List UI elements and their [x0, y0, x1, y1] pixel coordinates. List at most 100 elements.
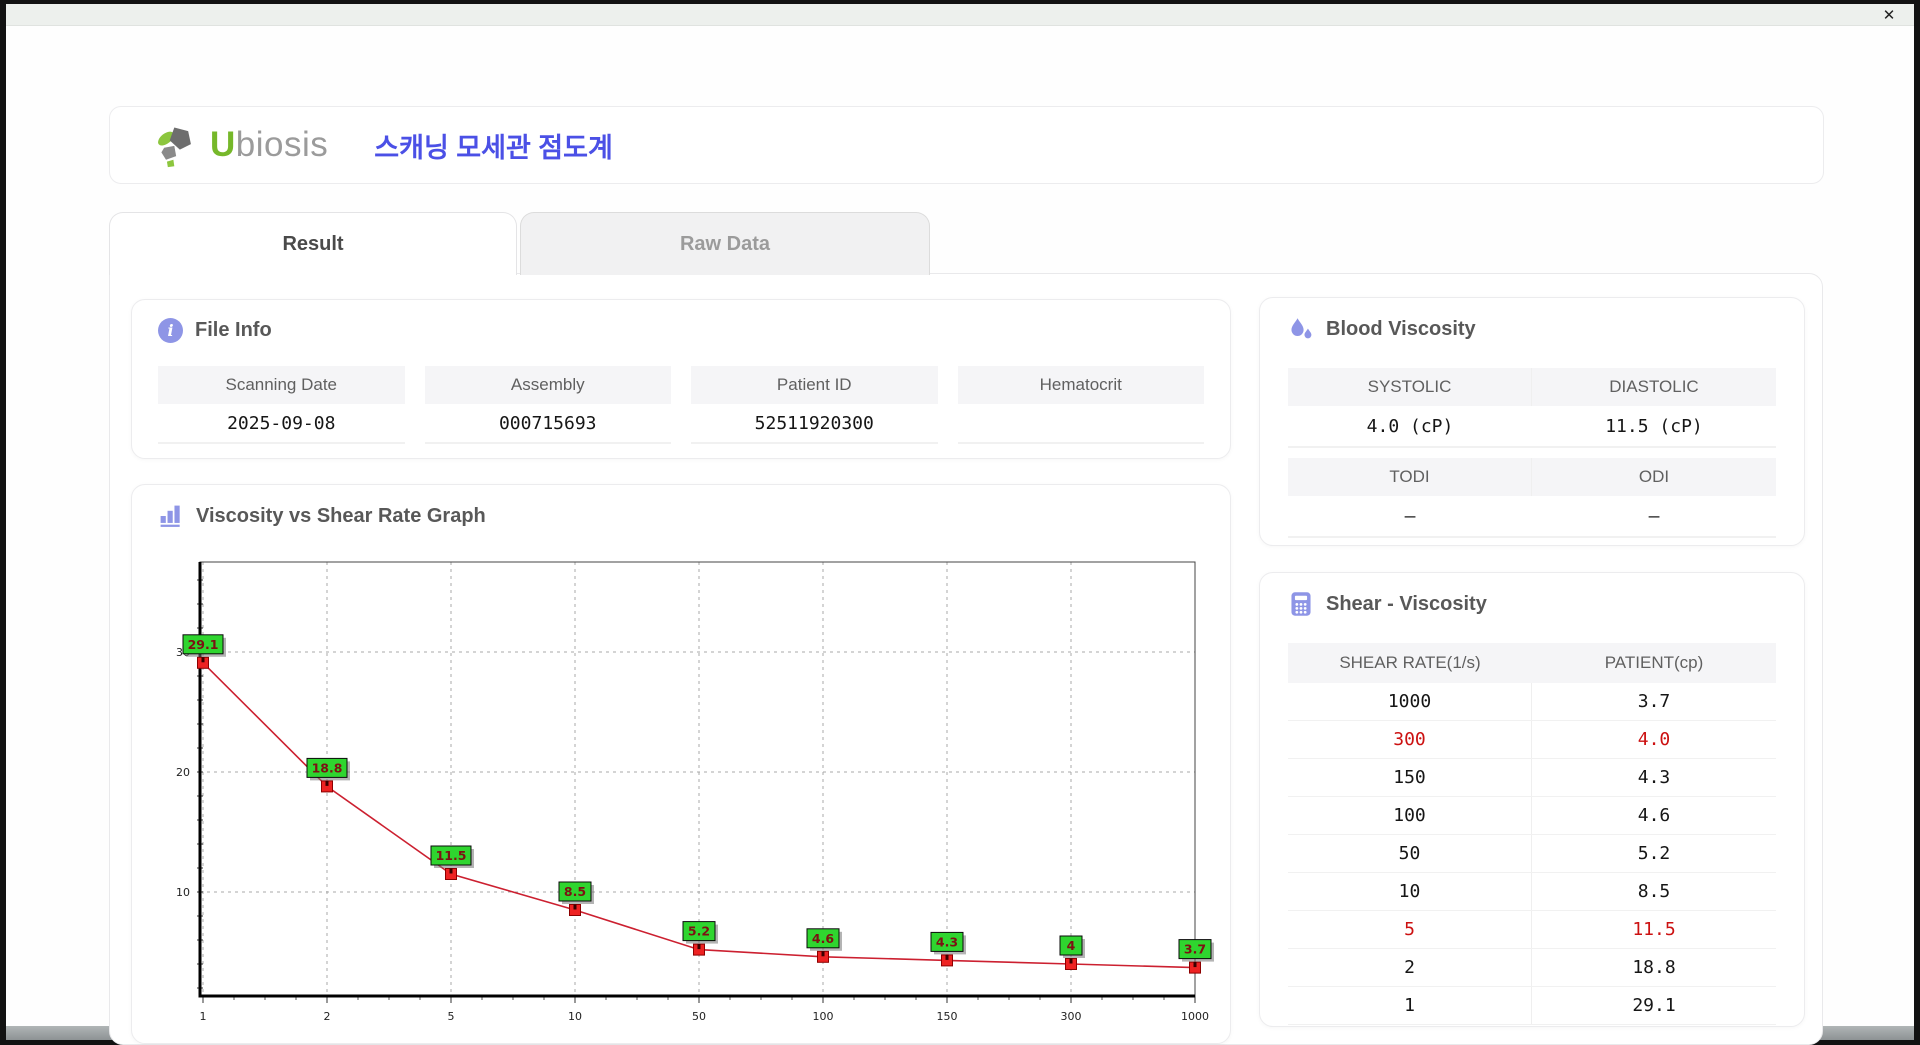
shear-rate-cell: 50: [1288, 835, 1532, 872]
file-info-field: Assembly 000715693: [424, 366, 671, 444]
svg-text:8.5: 8.5: [564, 884, 586, 899]
patient-viscosity-cell: 5.2: [1637, 843, 1671, 864]
svg-text:20: 20: [176, 766, 190, 779]
svg-text:11.5: 11.5: [436, 848, 467, 863]
svg-text:2: 2: [324, 1010, 331, 1023]
svg-text:1: 1: [200, 1010, 207, 1023]
file-info-field-value: 2025-09-08: [158, 404, 405, 444]
svg-text:4.6: 4.6: [812, 931, 834, 946]
table-row: 1000 3.7: [1288, 683, 1776, 721]
blood-viscosity-label: ODI: [1532, 458, 1776, 496]
patient-viscosity-cell: 4.3: [1637, 767, 1671, 788]
table-row: 50 5.2: [1288, 835, 1776, 873]
svg-text:10: 10: [176, 886, 190, 899]
calculator-icon: [1288, 591, 1314, 617]
patient-viscosity-cell: 8.5: [1637, 881, 1671, 902]
svg-text:100: 100: [813, 1010, 834, 1023]
shear-viscosity-card: Shear - Viscosity SHEAR RATE(1/s) PATIENT…: [1259, 572, 1805, 1027]
shear-table-body: 1000 3.7 300 4.0 150 4.3 100 4.6 50 5.2 10 8.5 5 11.5…: [1288, 683, 1776, 1025]
shear-rate-cell: 1000: [1288, 683, 1532, 720]
table-row: 1 29.1: [1288, 987, 1776, 1025]
svg-text:5: 5: [448, 1010, 455, 1023]
svg-text:3.7: 3.7: [1184, 942, 1206, 957]
table-row: 2 18.8: [1288, 949, 1776, 987]
graph-card: Viscosity vs Shear Rate Graph 1020301251…: [131, 484, 1231, 1044]
file-info-field-label: Patient ID: [691, 366, 938, 404]
shear-table-head: SHEAR RATE(1/s) PATIENT(cp): [1288, 643, 1776, 683]
water-drops-icon: [1288, 316, 1314, 342]
blood-viscosity-heading-label: Blood Viscosity: [1326, 317, 1476, 340]
shear-column-header: SHEAR RATE(1/s): [1288, 643, 1532, 683]
graph-heading: Viscosity vs Shear Rate Graph: [158, 503, 486, 529]
svg-text:4: 4: [1067, 938, 1076, 953]
blood-viscosity-value: 11.5 (cP): [1532, 406, 1776, 448]
svg-text:150: 150: [937, 1010, 958, 1023]
graph-heading-label: Viscosity vs Shear Rate Graph: [196, 504, 486, 527]
patient-viscosity-cell: 4.6: [1637, 805, 1671, 826]
blood-viscosity-block: SYSTOLIC DIASTOLIC 4.0 (cP) 11.5 (cP): [1288, 368, 1776, 448]
svg-text:4.3: 4.3: [936, 934, 958, 949]
table-row: 150 4.3: [1288, 759, 1776, 797]
file-info-field-label: Hematocrit: [957, 366, 1204, 404]
ubiosis-leaf-logo: [154, 119, 202, 171]
shear-rate-cell: 10: [1288, 873, 1532, 910]
svg-text:5.2: 5.2: [688, 924, 710, 939]
shear-rate-cell: 2: [1288, 949, 1532, 986]
file-info-card: i File Info Scanning Date 2025-09-08 Assem…: [131, 299, 1231, 459]
window-body: Ubiosis 스캐닝 모세관 점도계 Result Raw Data i Fi…: [6, 26, 1914, 1045]
close-icon[interactable]: ✕: [1878, 5, 1900, 25]
page-title: 스캐닝 모세관 점도계: [374, 132, 613, 163]
table-row: 10 8.5: [1288, 873, 1776, 911]
svg-text:10: 10: [568, 1010, 582, 1023]
svg-text:18.8: 18.8: [312, 760, 343, 775]
svg-text:29.1: 29.1: [188, 637, 219, 652]
shear-rate-cell: 5: [1288, 911, 1532, 948]
shear-rate-cell: 300: [1288, 721, 1532, 758]
tab-result[interactable]: Result: [109, 212, 517, 275]
svg-text:1000: 1000: [1181, 1010, 1209, 1023]
file-info-field-value: 000715693: [424, 404, 671, 444]
file-info-field-value: 52511920300: [691, 404, 938, 444]
tab-raw-data[interactable]: Raw Data: [520, 212, 930, 275]
tab-result-label: Result: [282, 232, 344, 255]
file-info-fields: Scanning Date 2025-09-08 Assembly 000715693…: [158, 366, 1204, 444]
file-info-heading-label: File Info: [195, 319, 272, 341]
file-info-heading: i File Info: [158, 318, 272, 343]
file-info-field-label: Scanning Date: [158, 366, 405, 404]
patient-viscosity-cell: 4.0: [1637, 729, 1671, 750]
brand-name: Ubiosis: [210, 125, 328, 165]
blood-viscosity-value: –: [1532, 496, 1776, 538]
tab-raw-data-label: Raw Data: [679, 232, 771, 255]
blood-viscosity-block: TODI ODI – –: [1288, 458, 1776, 538]
patient-viscosity-cell: 3.7: [1637, 691, 1671, 712]
shear-rate-cell: 150: [1288, 759, 1532, 796]
file-info-field: Hematocrit: [957, 366, 1204, 444]
blood-viscosity-table: SYSTOLIC DIASTOLIC 4.0 (cP) 11.5 (cP) TODI OD…: [1288, 368, 1776, 548]
blood-viscosity-value: –: [1288, 496, 1532, 538]
file-info-field-label: Assembly: [424, 366, 671, 404]
viscosity-chart: 1020301251050100150300100029.118.811.58.…: [176, 561, 1214, 1023]
blood-viscosity-label: TODI: [1288, 458, 1532, 496]
app-header: Ubiosis 스캐닝 모세관 점도계: [109, 106, 1824, 184]
blood-viscosity-label: SYSTOLIC: [1288, 368, 1532, 406]
table-row: 300 4.0: [1288, 721, 1776, 759]
shear-column-header: PATIENT(cp): [1532, 643, 1776, 683]
table-row: 5 11.5: [1288, 911, 1776, 949]
shear-viscosity-heading: Shear - Viscosity: [1288, 591, 1487, 617]
blood-viscosity-card: Blood Viscosity SYSTOLIC DIASTOLIC 4.0 (cP…: [1259, 297, 1805, 546]
file-info-field-value: [957, 404, 1204, 444]
shear-viscosity-heading-label: Shear - Viscosity: [1326, 592, 1487, 615]
svg-text:300: 300: [1061, 1010, 1082, 1023]
patient-viscosity-cell: 18.8: [1632, 957, 1676, 978]
blood-viscosity-heading: Blood Viscosity: [1288, 316, 1476, 342]
shear-rate-cell: 1: [1288, 987, 1532, 1024]
window-titlebar: ✕: [6, 4, 1914, 26]
file-info-field: Scanning Date 2025-09-08: [158, 366, 405, 444]
shear-rate-cell: 100: [1288, 797, 1532, 834]
patient-viscosity-cell: 11.5: [1632, 919, 1676, 940]
blood-viscosity-label: DIASTOLIC: [1532, 368, 1776, 406]
brand-first-letter: U: [210, 125, 236, 164]
brand-rest: biosis: [235, 125, 329, 164]
info-icon: i: [158, 318, 183, 343]
svg-text:50: 50: [692, 1010, 706, 1023]
